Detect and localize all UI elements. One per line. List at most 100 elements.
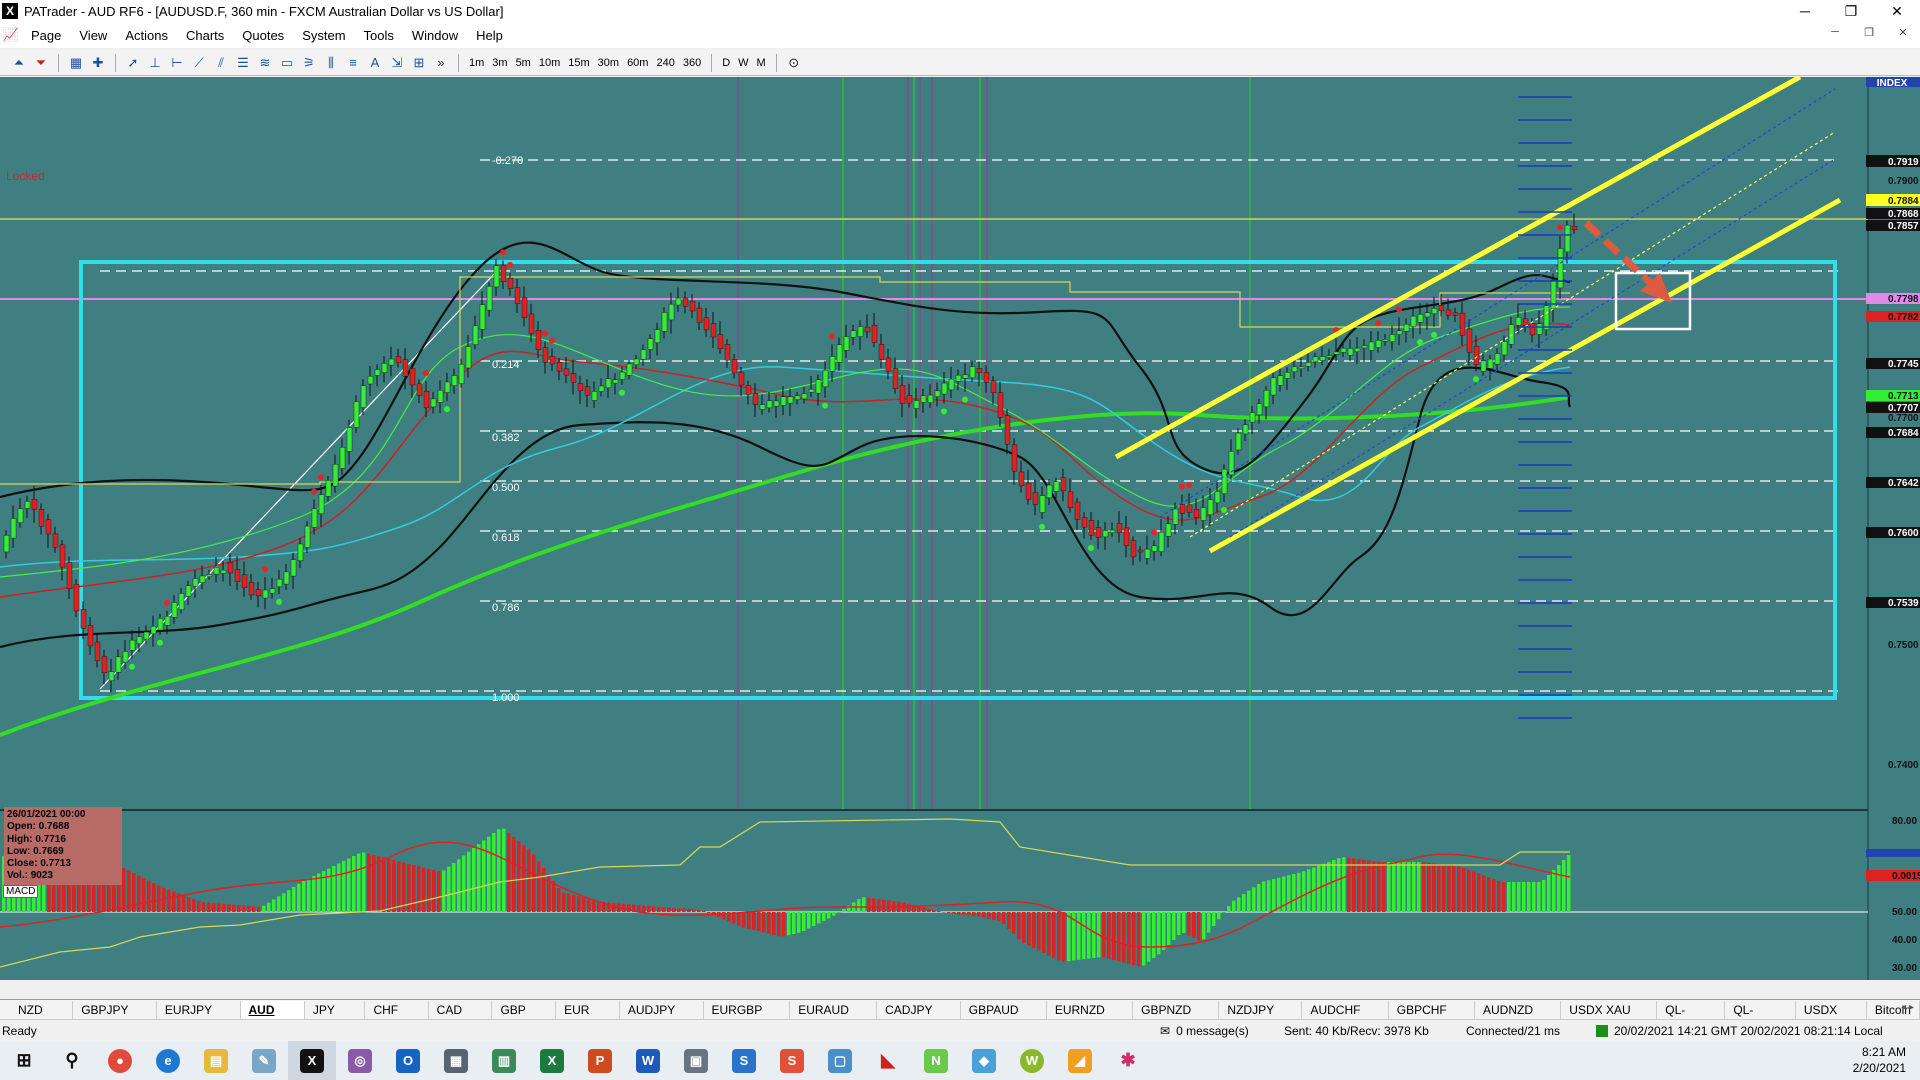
timeframe-5m[interactable]: 5m bbox=[512, 57, 535, 69]
notes-icon[interactable]: ✎ bbox=[240, 1041, 288, 1080]
app-red-icon[interactable]: ◣ bbox=[864, 1041, 912, 1080]
message-status[interactable]: ✉ 0 message(s) bbox=[1160, 1024, 1249, 1038]
vertical-line-icon[interactable]: ⊢ bbox=[166, 53, 188, 73]
timeframe-30m[interactable]: 30m bbox=[594, 57, 623, 69]
timeframe-15m[interactable]: 15m bbox=[564, 57, 593, 69]
symbol-tab[interactable]: GBPAUD RF6 bbox=[961, 1000, 1047, 1035]
period-daily[interactable]: D bbox=[718, 57, 734, 69]
clock-icon[interactable]: ⊙ bbox=[783, 53, 805, 73]
menu-view[interactable]: View bbox=[70, 28, 116, 43]
menu-help[interactable]: Help bbox=[467, 28, 512, 43]
slack-icon[interactable]: ✱ bbox=[1104, 1041, 1152, 1080]
app-green-icon[interactable]: N bbox=[912, 1041, 960, 1080]
bars-icon[interactable]: ⫼ bbox=[320, 53, 342, 73]
menu-quotes[interactable]: Quotes bbox=[233, 28, 293, 43]
menu-actions[interactable]: Actions bbox=[116, 28, 177, 43]
arrow-tool-icon[interactable]: ⇲ bbox=[386, 53, 408, 73]
symbol-tab[interactable]: AUD RF6 bbox=[240, 1000, 305, 1035]
chart-type-icon[interactable]: ▦ bbox=[65, 53, 87, 73]
fib-fan-icon[interactable]: ≋ bbox=[254, 53, 276, 73]
menu-page[interactable]: Page bbox=[22, 28, 70, 43]
symbol-tab[interactable]: NZD RF6 bbox=[10, 1000, 74, 1035]
period-monthly[interactable]: M bbox=[753, 57, 770, 69]
file-explorer-icon[interactable]: ▤ bbox=[192, 1041, 240, 1080]
outlook-icon[interactable]: O bbox=[384, 1041, 432, 1080]
search-icon[interactable]: ⚲ bbox=[48, 1041, 96, 1080]
levels-icon[interactable]: ≡ bbox=[342, 53, 364, 73]
maximize-button[interactable]: ❐ bbox=[1828, 0, 1874, 22]
symbol-tab[interactable]: GBPCHF RF6 bbox=[1389, 1000, 1476, 1035]
horizontal-line-icon[interactable]: ⊥ bbox=[144, 53, 166, 73]
symbol-tab[interactable]: GBPNZD RF6 bbox=[1133, 1000, 1220, 1035]
symbol-tab[interactable]: JPY RF6 bbox=[305, 1000, 366, 1035]
zoom-in-icon[interactable]: ⏶ bbox=[8, 53, 30, 73]
symbol-tab[interactable]: AUDNZD RF6 bbox=[1475, 1000, 1562, 1035]
edge-icon[interactable]: e bbox=[144, 1041, 192, 1080]
timeframe-240[interactable]: 240 bbox=[652, 57, 678, 69]
app-chart-icon[interactable]: ▥ bbox=[480, 1041, 528, 1080]
chart-app-icon[interactable]: 📈 bbox=[0, 25, 22, 45]
mdi-close-button[interactable]: ✕ bbox=[1886, 26, 1920, 39]
app-blue-icon[interactable]: ▢ bbox=[816, 1041, 864, 1080]
mdi-restore-button[interactable]: ❐ bbox=[1852, 26, 1886, 39]
excel-icon[interactable]: X bbox=[528, 1041, 576, 1080]
symbol-tab[interactable]: USDX RF6 bbox=[1796, 1000, 1867, 1035]
close-button[interactable]: ✕ bbox=[1874, 0, 1920, 22]
crosshair-icon[interactable]: ✚ bbox=[87, 53, 109, 73]
app-s-icon[interactable]: S bbox=[768, 1041, 816, 1080]
symbol-tab[interactable]: GBP RF6 bbox=[492, 1000, 557, 1035]
symbol-tab[interactable]: EUR RF6 bbox=[556, 1000, 620, 1035]
symbol-tab[interactable]: AUDJPY RF6 bbox=[620, 1000, 704, 1035]
powerpoint-icon[interactable]: P bbox=[576, 1041, 624, 1080]
chrome-icon[interactable]: ● bbox=[96, 1041, 144, 1080]
app-grey-icon[interactable]: ▣ bbox=[672, 1041, 720, 1080]
rectangle-icon[interactable]: ▭ bbox=[276, 53, 298, 73]
channel-icon[interactable]: ⫽ bbox=[210, 53, 232, 73]
timeframe-3m[interactable]: 3m bbox=[488, 57, 511, 69]
menu-window[interactable]: Window bbox=[403, 28, 467, 43]
app-orange-icon[interactable]: ◢ bbox=[1056, 1041, 1104, 1080]
symbol-tab[interactable]: EURAUD RF6 bbox=[790, 1000, 878, 1035]
symbol-tab[interactable]: CAD RF6 bbox=[429, 1000, 493, 1035]
symbol-tab[interactable]: QL-Majors bbox=[1657, 1000, 1726, 1035]
fibonacci-icon[interactable]: ☰ bbox=[232, 53, 254, 73]
zoom-out-icon[interactable]: ⏷ bbox=[30, 53, 52, 73]
pointer-icon[interactable]: ➚ bbox=[122, 53, 144, 73]
patrader-icon[interactable]: X bbox=[288, 1041, 336, 1080]
text-icon[interactable]: A bbox=[364, 53, 386, 73]
symbol-tab[interactable]: AUDCHF RF6 bbox=[1302, 1000, 1389, 1035]
menu-charts[interactable]: Charts bbox=[177, 28, 233, 43]
chart-area[interactable]: -0.270 0.214 0.382 0.500 0.618 0.786 1.0… bbox=[0, 77, 1920, 980]
symbol-tab[interactable]: CHF RF6 bbox=[365, 1000, 429, 1035]
gann-icon[interactable]: ⚞ bbox=[298, 53, 320, 73]
tab-scroll-arrows-icon[interactable]: ◂ ▸ bbox=[1901, 1002, 1914, 1013]
symbol-tab[interactable]: EURJPY RF6 bbox=[157, 1000, 241, 1035]
calculator-icon[interactable]: ▦ bbox=[432, 1041, 480, 1080]
symbol-tab[interactable]: NZDJPY RF6 bbox=[1219, 1000, 1303, 1035]
symbol-tab[interactable]: CADJPY RF6 bbox=[877, 1000, 961, 1035]
menu-system[interactable]: System bbox=[293, 28, 354, 43]
more-tools-icon[interactable]: » bbox=[430, 53, 452, 73]
grid-icon[interactable]: ⊞ bbox=[408, 53, 430, 73]
symbol-tab[interactable]: QL-Exotics bbox=[1725, 1000, 1796, 1035]
word-icon[interactable]: W bbox=[624, 1041, 672, 1080]
trendline-icon[interactable]: ⟋ bbox=[188, 53, 210, 73]
symbol-tab[interactable]: USDX XAU WTI bbox=[1561, 1000, 1658, 1035]
start-button[interactable]: ⊞ bbox=[0, 1041, 48, 1080]
symbol-tab[interactable]: EURNZD RF6 bbox=[1047, 1000, 1134, 1035]
timeframe-60m[interactable]: 60m bbox=[623, 57, 652, 69]
system-clock[interactable]: 8:21 AM 2/20/2021 bbox=[1853, 1044, 1906, 1076]
snagit-icon[interactable]: S bbox=[720, 1041, 768, 1080]
price-chart[interactable]: -0.270 0.214 0.382 0.500 0.618 0.786 1.0… bbox=[0, 77, 1920, 980]
app-folder-icon[interactable]: ◆ bbox=[960, 1041, 1008, 1080]
menu-tools[interactable]: Tools bbox=[355, 28, 403, 43]
symbol-tab[interactable]: EURGBP RF6 bbox=[704, 1000, 791, 1035]
timeframe-1m[interactable]: 1m bbox=[465, 57, 488, 69]
symbol-tab[interactable]: GBPJPY RF6 bbox=[73, 1000, 157, 1035]
mdi-minimize-button[interactable]: ─ bbox=[1818, 26, 1852, 39]
minimize-button[interactable]: ─ bbox=[1782, 0, 1828, 22]
timeframe-10m[interactable]: 10m bbox=[535, 57, 564, 69]
timeframe-360[interactable]: 360 bbox=[679, 57, 705, 69]
app-w-icon[interactable]: W bbox=[1008, 1041, 1056, 1080]
app-purple-icon[interactable]: ◎ bbox=[336, 1041, 384, 1080]
